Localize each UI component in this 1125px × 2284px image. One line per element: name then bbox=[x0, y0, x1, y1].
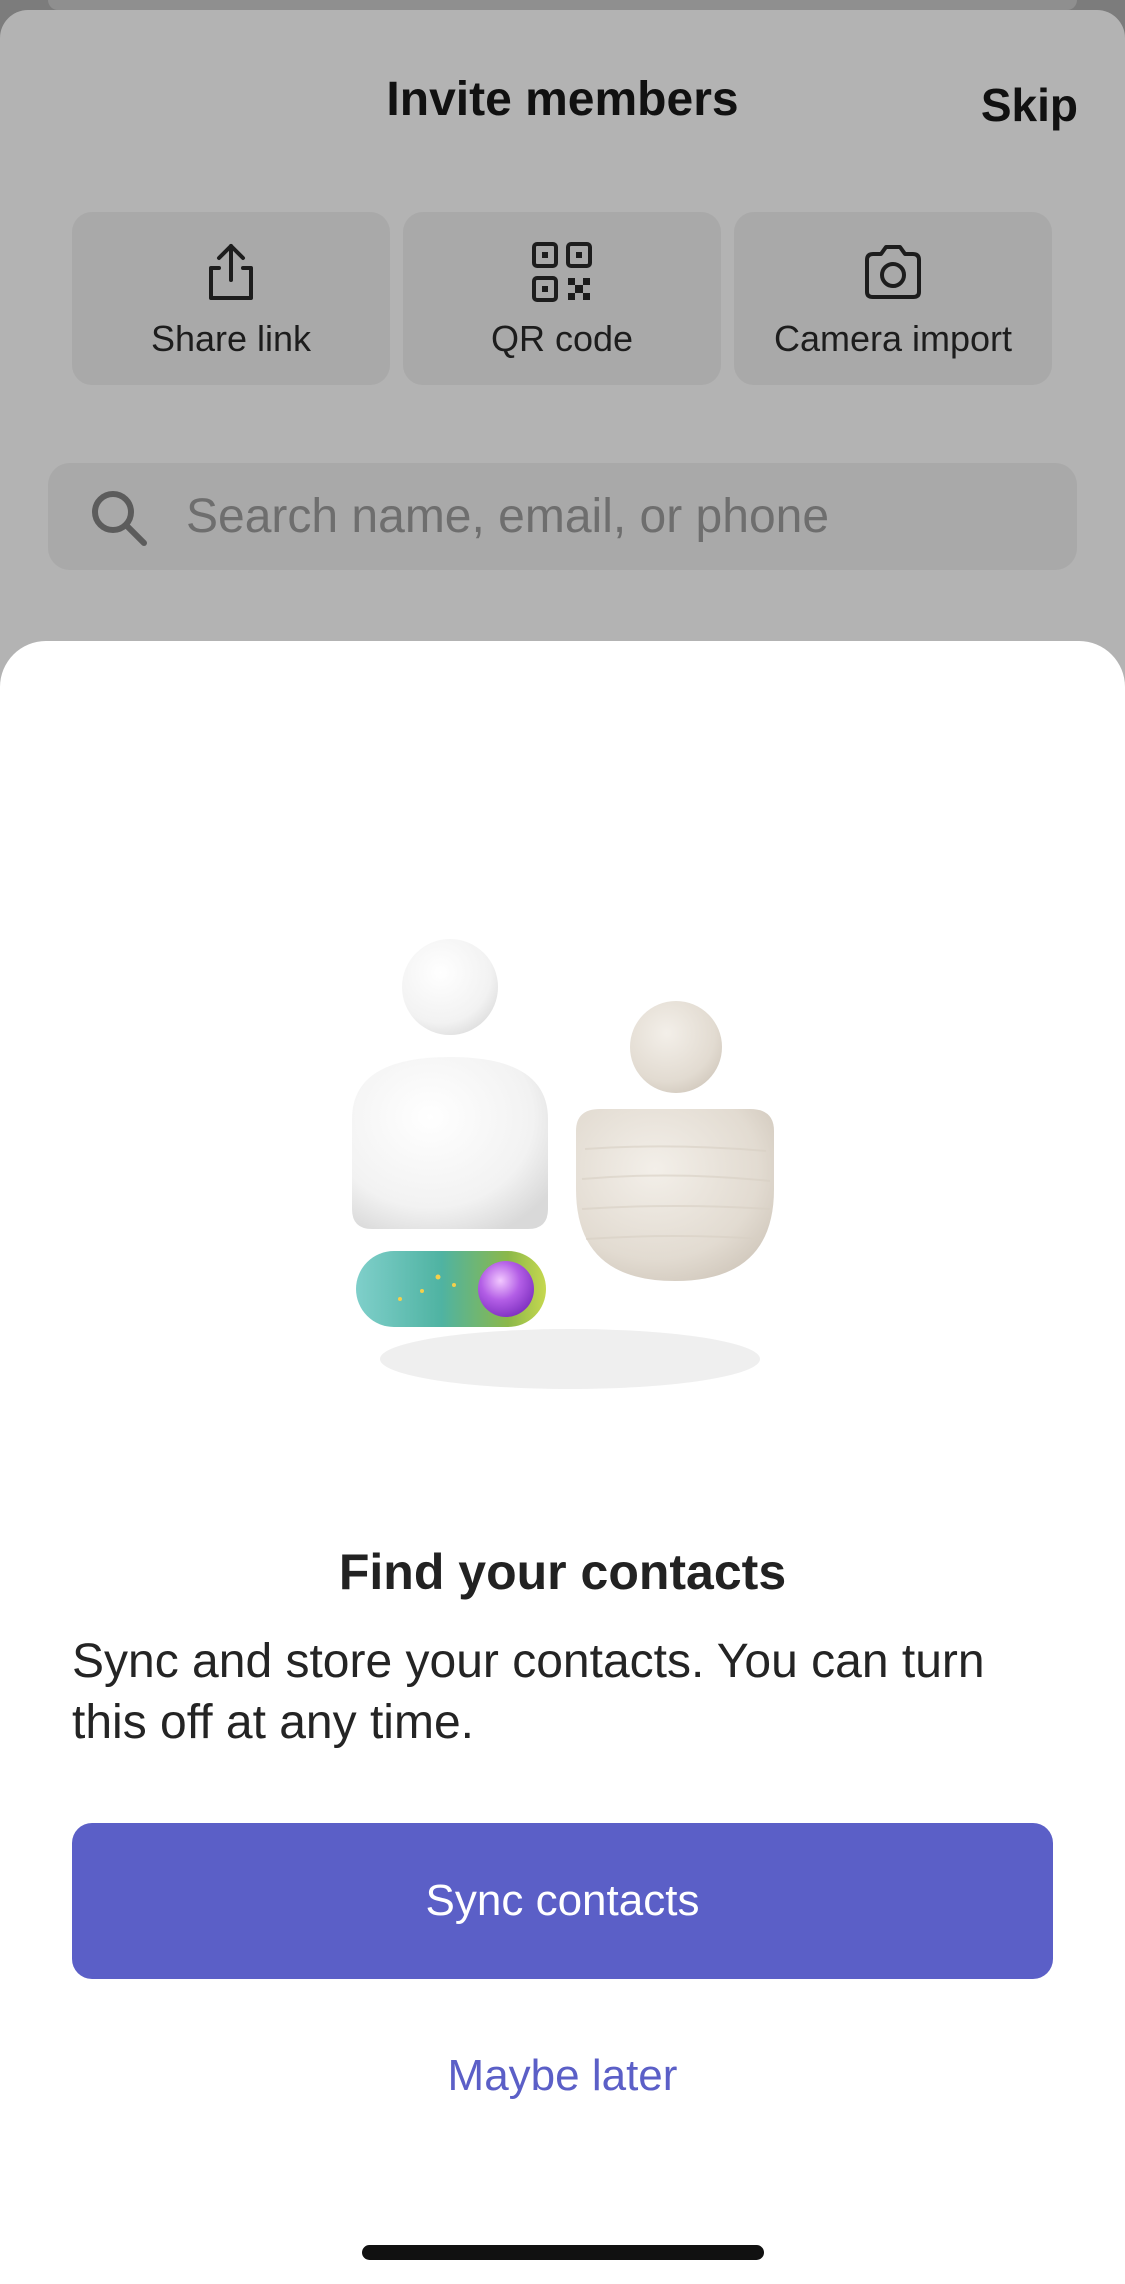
sheet-title: Find your contacts bbox=[338, 1544, 787, 1600]
camera-import-label: Camera import bbox=[773, 318, 1013, 359]
sheet-description: Sync and store your contacts. You can tu… bbox=[72, 1635, 985, 1749]
qr-code-icon bbox=[532, 242, 592, 302]
share-icon bbox=[209, 244, 253, 300]
skip-button[interactable]: Skip bbox=[981, 78, 1078, 132]
contacts-sync-illustration bbox=[352, 939, 774, 1389]
share-link-label: Share link bbox=[150, 318, 312, 359]
search-input[interactable] bbox=[186, 463, 1046, 570]
share-link-button[interactable]: Share link bbox=[72, 212, 390, 385]
sync-contacts-button[interactable]: Sync contacts bbox=[72, 1823, 1053, 1979]
home-indicator bbox=[362, 2245, 764, 2260]
page-title: Invite members bbox=[386, 73, 739, 126]
search-bar[interactable] bbox=[48, 463, 1077, 570]
maybe-later-button[interactable]: Maybe later bbox=[0, 2051, 1125, 2101]
find-contacts-sheet: Find your contacts Sync and store your c… bbox=[0, 641, 1125, 2284]
qr-code-button[interactable]: QR code bbox=[403, 212, 721, 385]
camera-import-button[interactable]: Camera import bbox=[734, 212, 1052, 385]
search-icon bbox=[92, 491, 147, 546]
stacked-sheet-edge bbox=[48, 0, 1077, 10]
qr-code-label: QR code bbox=[490, 318, 634, 359]
camera-icon bbox=[865, 245, 921, 299]
